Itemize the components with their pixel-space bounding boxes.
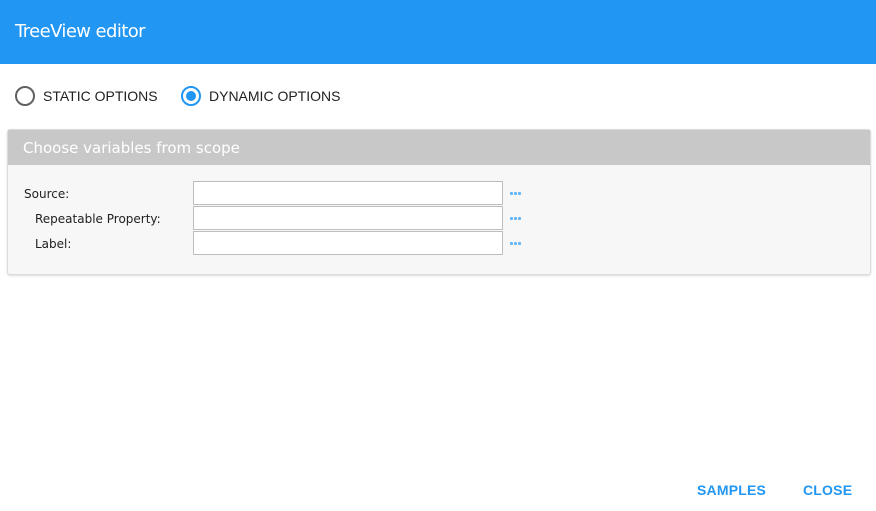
options-radio-group: STATIC OPTIONS DYNAMIC OPTIONS [15,86,615,106]
label-field-label: Label: [35,237,72,251]
dynamic-options-label: DYNAMIC OPTIONS [209,88,341,104]
label-input[interactable] [193,231,503,255]
static-options-radio[interactable]: STATIC OPTIONS [15,86,158,106]
static-options-label: STATIC OPTIONS [43,88,158,104]
dialog-title: TreeView editor [15,21,146,42]
dialog-titlebar: TreeView editor [0,0,876,64]
radio-checked-icon [181,86,201,106]
samples-button[interactable]: SAMPLES [697,482,766,498]
panel-header: Choose variables from scope [8,130,870,165]
close-button[interactable]: CLOSE [803,482,852,498]
source-input[interactable] [193,181,503,205]
source-more-icon[interactable] [509,187,525,199]
repeatable-property-input[interactable] [193,206,503,230]
source-label: Source: [24,187,70,201]
dynamic-options-radio[interactable]: DYNAMIC OPTIONS [181,86,340,106]
panel-title: Choose variables from scope [23,139,240,157]
radio-unchecked-icon [15,86,35,106]
repeatable-property-more-icon[interactable] [509,212,525,224]
scope-variables-panel: Choose variables from scope Source: Repe… [7,129,871,275]
repeatable-property-label: Repeatable Property: [35,212,161,226]
label-more-icon[interactable] [509,237,525,249]
